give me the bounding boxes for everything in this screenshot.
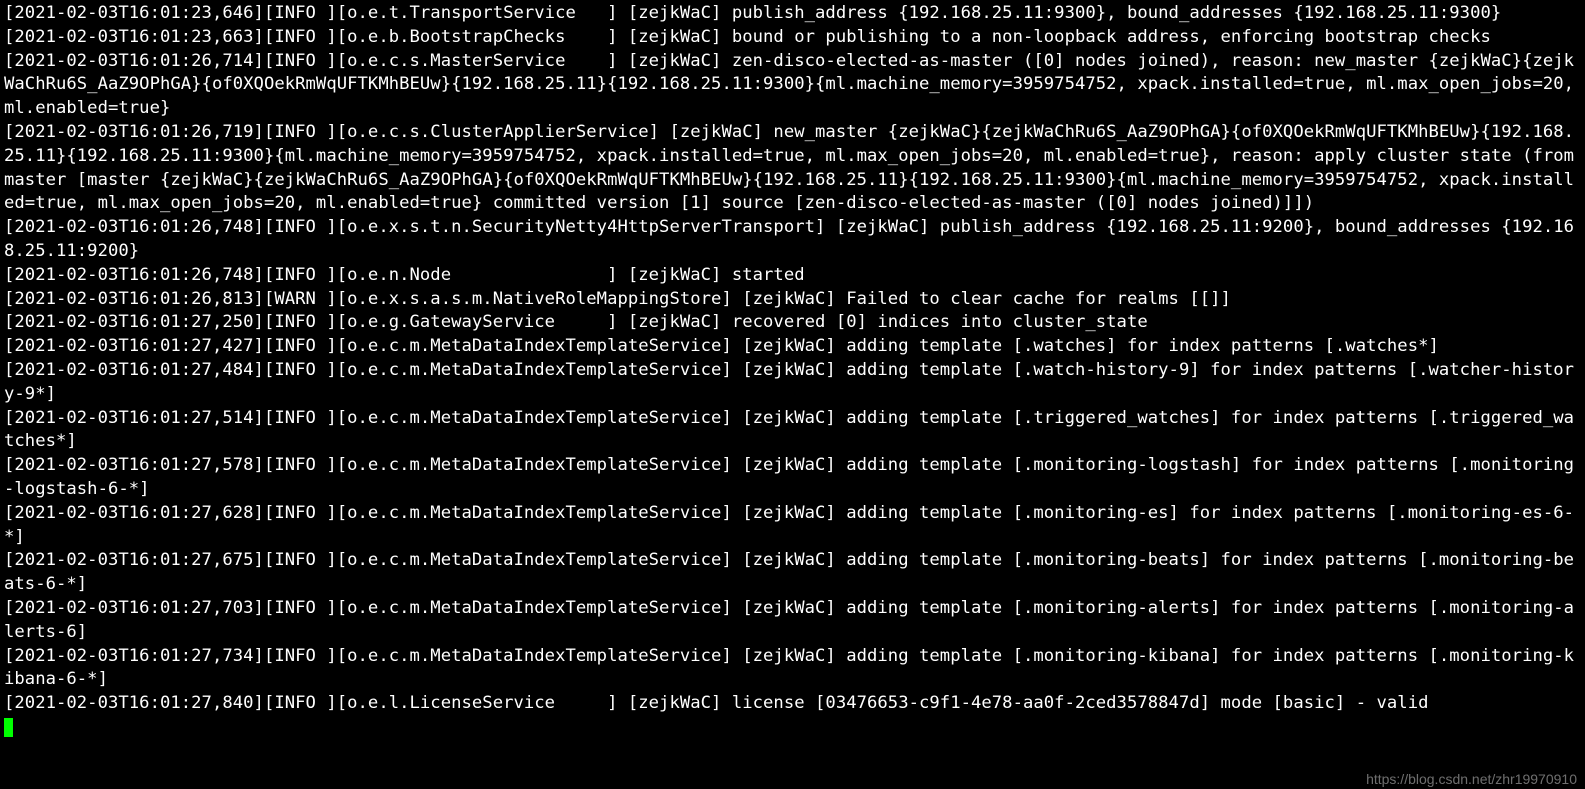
watermark: https://blog.csdn.net/zhr19970910	[1366, 771, 1577, 787]
terminal-cursor	[4, 718, 13, 737]
terminal-output[interactable]: [2021-02-03T16:01:23,646][INFO ][o.e.t.T…	[0, 0, 1585, 740]
log-text: [2021-02-03T16:01:23,646][INFO ][o.e.t.T…	[4, 3, 1584, 713]
